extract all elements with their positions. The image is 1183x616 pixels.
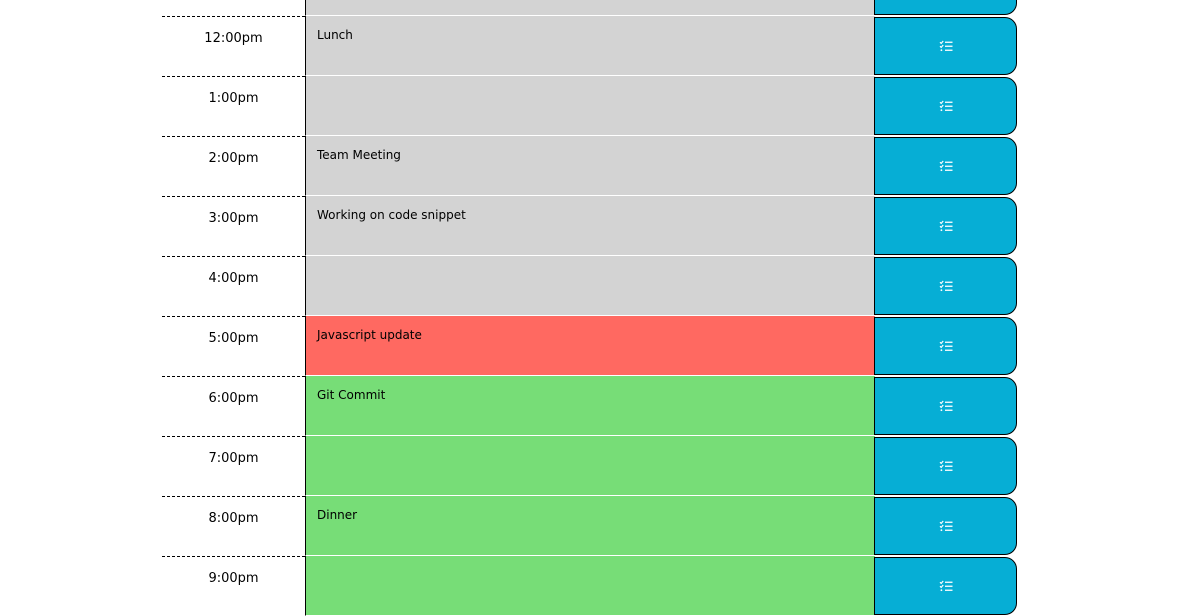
hour-label: 9:00pm <box>162 556 305 616</box>
list-check-icon <box>939 220 953 232</box>
save-button[interactable] <box>874 197 1017 255</box>
list-check-icon <box>939 160 953 172</box>
time-block-row: 1:00pm <box>162 76 1018 136</box>
scheduler-container: 11:00am12:00pmLunch1:00pm2:00pmTeam Meet… <box>162 0 1018 616</box>
save-button[interactable] <box>874 0 1017 15</box>
task-description-field[interactable]: Git Commit <box>305 376 875 436</box>
time-block-row: 9:00pm <box>162 556 1018 616</box>
time-block-row: 8:00pm Dinner <box>162 496 1018 556</box>
hour-label: 11:00am <box>162 0 305 16</box>
hour-label: 1:00pm <box>162 76 305 136</box>
task-description-field[interactable] <box>305 0 875 16</box>
time-block-row: 6:00pm Git Commit <box>162 376 1018 436</box>
list-check-icon <box>939 520 953 532</box>
list-check-icon <box>939 40 953 52</box>
hour-label: 5:00pm <box>162 316 305 376</box>
save-button[interactable] <box>874 317 1017 375</box>
hour-label: 12:00pm <box>162 16 305 76</box>
hour-label: 4:00pm <box>162 256 305 316</box>
hour-label: 8:00pm <box>162 496 305 556</box>
list-check-icon <box>939 340 953 352</box>
task-description-field[interactable]: Team Meeting <box>305 136 875 196</box>
save-button[interactable] <box>874 77 1017 135</box>
task-description-field[interactable] <box>305 556 875 616</box>
hour-label: 6:00pm <box>162 376 305 436</box>
list-check-icon <box>939 580 953 592</box>
task-description-field[interactable]: Dinner <box>305 496 875 556</box>
hour-label: 7:00pm <box>162 436 305 496</box>
time-block-row: 2:00pm Team Meeting <box>162 136 1018 196</box>
time-block-row: 12:00pm Lunch <box>162 16 1018 76</box>
list-check-icon <box>939 100 953 112</box>
save-button[interactable] <box>874 437 1017 495</box>
time-block-row: 3:00pm Working on code snippet <box>162 196 1018 256</box>
save-button[interactable] <box>874 257 1017 315</box>
task-description-field[interactable]: Working on code snippet <box>305 196 875 256</box>
list-check-icon <box>939 280 953 292</box>
list-check-icon <box>939 400 953 412</box>
save-button[interactable] <box>874 377 1017 435</box>
time-block-row: 11:00am <box>162 0 1018 16</box>
task-description-field[interactable] <box>305 436 875 496</box>
task-description-field[interactable] <box>305 76 875 136</box>
task-description-field[interactable] <box>305 256 875 316</box>
save-button[interactable] <box>874 137 1017 195</box>
time-block-row: 5:00pm Javascript update <box>162 316 1018 376</box>
task-description-field[interactable]: Javascript update <box>305 316 875 376</box>
save-button[interactable] <box>874 17 1017 75</box>
save-button[interactable] <box>874 497 1017 555</box>
hour-label: 3:00pm <box>162 196 305 256</box>
list-check-icon <box>939 460 953 472</box>
time-block-row: 7:00pm <box>162 436 1018 496</box>
save-button[interactable] <box>874 557 1017 615</box>
task-description-field[interactable]: Lunch <box>305 16 875 76</box>
hour-label: 2:00pm <box>162 136 305 196</box>
time-block-row: 4:00pm <box>162 256 1018 316</box>
